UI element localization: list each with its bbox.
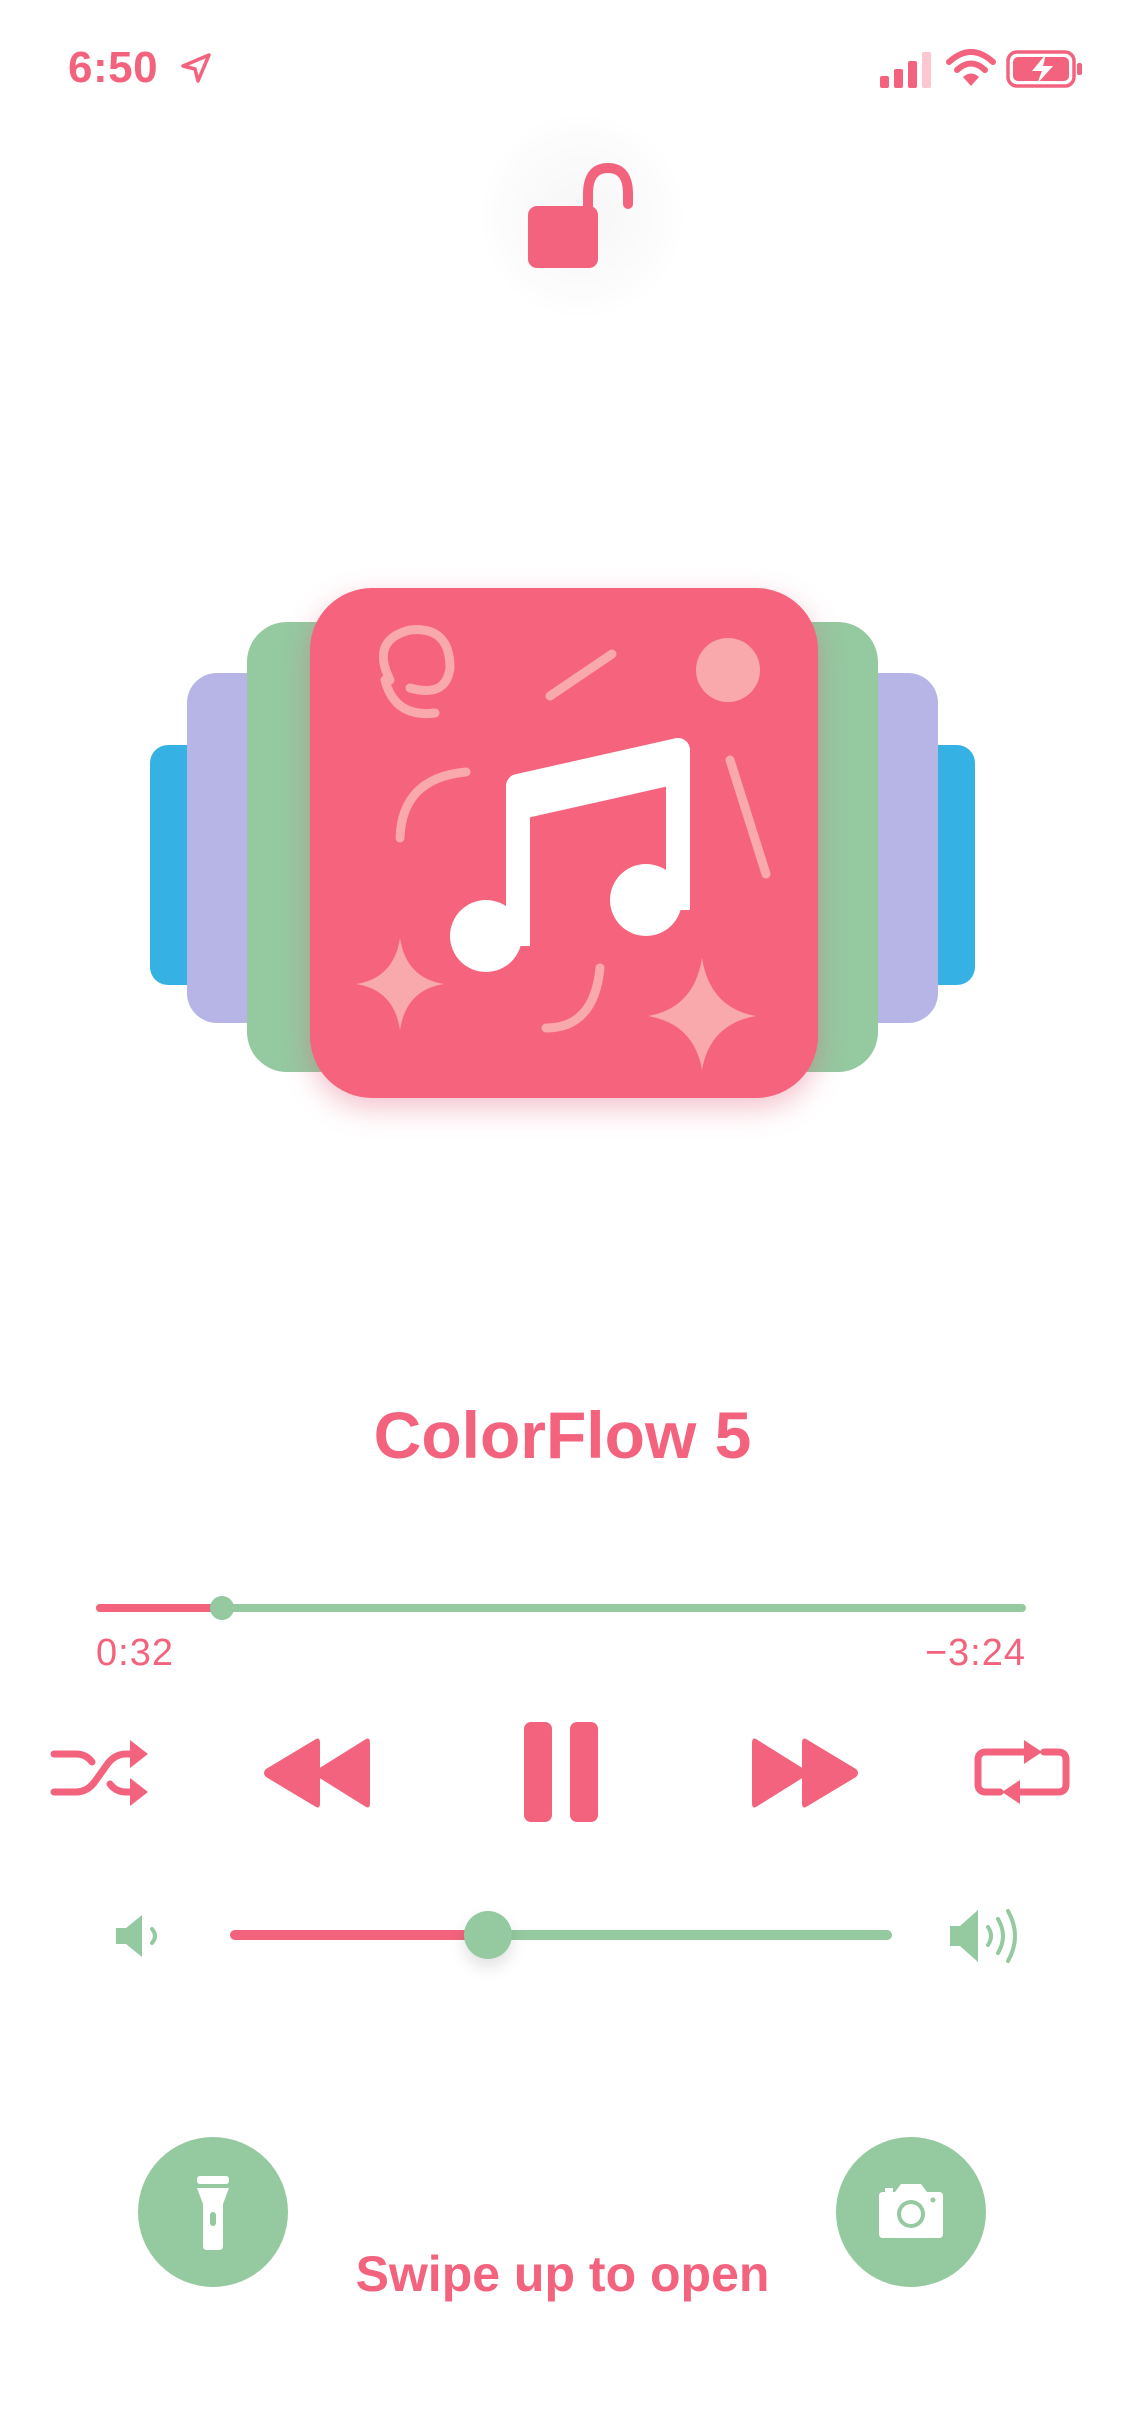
flashlight-icon — [197, 2176, 229, 2250]
progress-elapsed-bar — [96, 1604, 223, 1612]
elapsed-time: 0:32 — [96, 1632, 174, 1674]
wifi-icon — [946, 49, 996, 86]
repeat-button[interactable] — [972, 1740, 1072, 1806]
remaining-time: −3:24 — [924, 1632, 1026, 1674]
music-note-icon — [356, 625, 771, 1070]
shuffle-icon — [50, 1740, 148, 1806]
previous-track-button[interactable] — [262, 1735, 372, 1811]
lock-button[interactable] — [482, 116, 682, 316]
album-artwork[interactable] — [310, 588, 818, 1098]
unlocked-padlock-icon — [528, 162, 633, 268]
camera-button[interactable] — [836, 2137, 986, 2287]
repeat-icon — [974, 1740, 1070, 1804]
camera-icon — [879, 2184, 943, 2238]
location-arrow-icon — [181, 53, 211, 83]
cellular-signal-icon — [880, 52, 931, 88]
speaker-high-icon — [950, 1909, 1017, 1963]
volume-level-bar — [230, 1930, 489, 1940]
play-pause-button[interactable] — [520, 1722, 602, 1822]
next-track-button[interactable] — [750, 1735, 860, 1811]
progress-knob[interactable] — [210, 1596, 235, 1620]
progress-scrubber[interactable] — [96, 1596, 1026, 1620]
rewind-icon — [264, 1738, 370, 1808]
volume-knob[interactable] — [464, 1911, 513, 1959]
volume-slider[interactable] — [230, 1911, 892, 1959]
status-time: 6:50 — [68, 43, 159, 92]
pause-icon — [524, 1722, 598, 1822]
fast-forward-icon — [752, 1738, 858, 1808]
speaker-low-icon — [116, 1915, 157, 1957]
shuffle-button[interactable] — [50, 1738, 150, 1808]
track-title: ColorFlow 5 — [373, 1398, 752, 1472]
lock-screen: 6:50 ColorFlow 5 0:32 −3:24 Swipe up to … — [0, 0, 1125, 2436]
battery-charging-icon — [1006, 50, 1082, 88]
